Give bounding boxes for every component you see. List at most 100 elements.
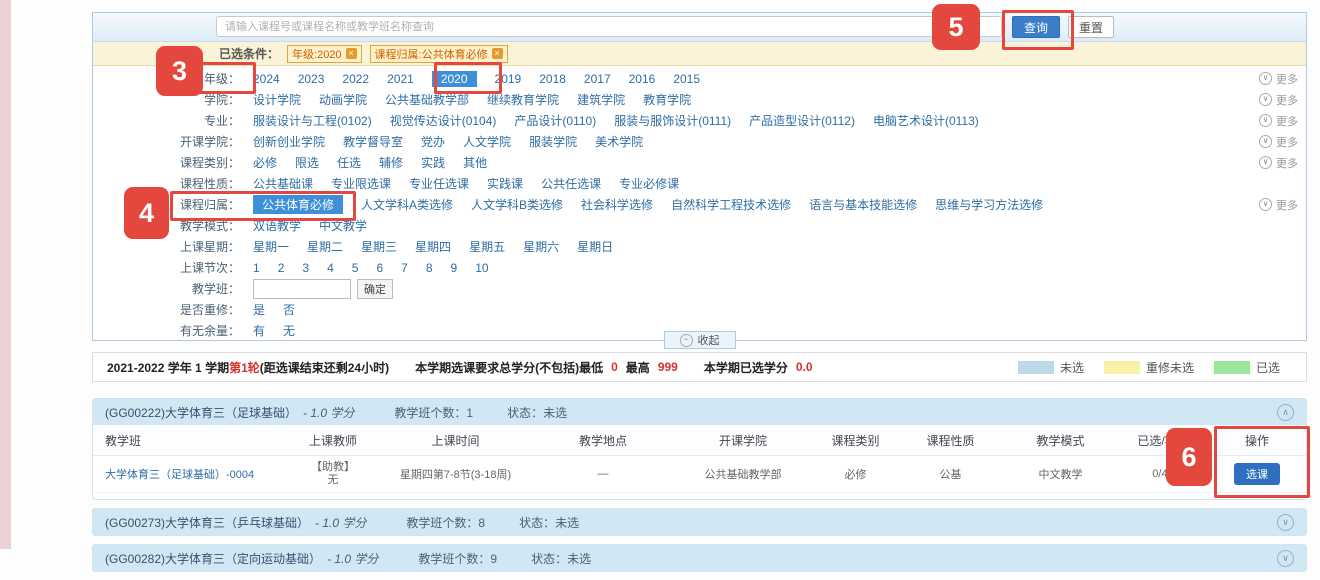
filter-option[interactable]: 2021: [387, 72, 414, 86]
filter-option[interactable]: 星期四: [415, 238, 451, 255]
reset-button[interactable]: 重置: [1068, 16, 1114, 38]
filter-option[interactable]: 无: [283, 322, 295, 339]
filter-option[interactable]: 设计学院: [253, 91, 301, 108]
filter-option[interactable]: 6: [376, 261, 383, 275]
filter-option[interactable]: 自然科学工程技术选修: [671, 196, 791, 213]
filter-option[interactable]: 服装与服饰设计(0111): [614, 112, 731, 129]
filter-option[interactable]: 语言与基本技能选修: [809, 196, 917, 213]
filter-option[interactable]: 产品设计(0110): [514, 112, 596, 129]
filter-option[interactable]: 1: [253, 261, 260, 275]
teaching-class-link[interactable]: 大学体育三（足球基础）-0004: [105, 469, 254, 481]
filter-option[interactable]: 继续教育学院: [487, 91, 559, 108]
filter-option[interactable]: 人文学科A类选修: [361, 196, 453, 213]
filter-option[interactable]: 电脑艺术设计(0113): [873, 112, 979, 129]
filter-option[interactable]: 创新创业学院: [253, 133, 325, 150]
filter-option[interactable]: 4: [327, 261, 334, 275]
filter-tag[interactable]: 年级:2020 ×: [287, 45, 362, 63]
filter-option[interactable]: 限选: [295, 154, 319, 171]
remove-tag-icon[interactable]: ×: [492, 48, 503, 59]
filter-option[interactable]: 实践: [421, 154, 445, 171]
filter-option[interactable]: 是: [253, 301, 265, 318]
earned-credit-value: 0.0: [796, 360, 813, 374]
filter-option[interactable]: 教育学院: [643, 91, 691, 108]
filter-option[interactable]: 7: [401, 261, 408, 275]
filter-option[interactable]: 双语教学: [253, 217, 301, 234]
more-label: 更多: [1276, 92, 1298, 108]
filter-option[interactable]: 8: [426, 261, 433, 275]
chevron-down-icon[interactable]: ∨: [1277, 514, 1294, 531]
filter-option[interactable]: 3: [302, 261, 309, 275]
filter-option[interactable]: 中文教学: [319, 217, 367, 234]
filter-option[interactable]: 2018: [539, 72, 566, 86]
course-title: (GG00273)大学体育三（乒乓球基础）: [105, 514, 309, 531]
filter-option[interactable]: 辅修: [379, 154, 403, 171]
filter-option[interactable]: 星期三: [361, 238, 397, 255]
filter-option[interactable]: 9: [451, 261, 458, 275]
filter-option[interactable]: 专业限选课: [331, 175, 391, 192]
filter-option[interactable]: 党办: [421, 133, 445, 150]
filter-option[interactable]: 视觉传达设计(0104): [390, 112, 497, 129]
teaching-class-input[interactable]: [253, 279, 351, 299]
filter-option[interactable]: 2022: [342, 72, 369, 86]
filter-option[interactable]: 动画学院: [319, 91, 367, 108]
filter-option[interactable]: 星期五: [469, 238, 505, 255]
filter-option[interactable]: 服装设计与工程(0102): [253, 112, 372, 129]
more-link[interactable]: ∨ 更多: [1259, 194, 1298, 215]
filter-option[interactable]: 2: [278, 261, 285, 275]
filter-option[interactable]: 美术学院: [595, 133, 643, 150]
collapse-filters-tab[interactable]: − 收起: [664, 331, 736, 349]
more-link[interactable]: ∨ 更多: [1259, 68, 1298, 89]
filter-option[interactable]: 2023: [298, 72, 325, 86]
filter-option[interactable]: 2020: [432, 71, 477, 87]
filter-option[interactable]: 2015: [673, 72, 700, 86]
filter-option[interactable]: 专业任选课: [409, 175, 469, 192]
filter-option[interactable]: 必修: [253, 154, 277, 171]
legend-item: 重修未选: [1104, 359, 1194, 376]
filter-option[interactable]: 星期六: [523, 238, 559, 255]
filter-row: 是否重修： 是 否: [93, 299, 1306, 320]
filter-option[interactable]: 2024: [253, 72, 280, 86]
filter-option[interactable]: 建筑学院: [577, 91, 625, 108]
filter-option[interactable]: 5: [352, 261, 359, 275]
filter-option[interactable]: 公共基础教学部: [385, 91, 469, 108]
filter-option[interactable]: 社会科学选修: [581, 196, 653, 213]
filter-option[interactable]: 人文学院: [463, 133, 511, 150]
filter-option[interactable]: 人文学科B类选修: [471, 196, 563, 213]
more-link[interactable]: ∨ 更多: [1259, 131, 1298, 152]
col-header: 教学班: [93, 432, 288, 449]
more-link[interactable]: ∨ 更多: [1259, 89, 1298, 110]
filter-option[interactable]: 2019: [495, 72, 522, 86]
filter-option[interactable]: 否: [283, 301, 295, 318]
filter-options: 服装设计与工程(0102) 视觉传达设计(0104) 产品设计(0110) 服装…: [253, 112, 979, 129]
filter-option[interactable]: 公共任选课: [541, 175, 601, 192]
more-link[interactable]: ∨ 更多: [1259, 152, 1298, 173]
course-section-header[interactable]: (GG00273)大学体育三（乒乓球基础） - 1.0 学分 教学班个数：8 状…: [93, 509, 1306, 535]
filter-option[interactable]: 星期一: [253, 238, 289, 255]
more-link[interactable]: ∨ 更多: [1259, 110, 1298, 131]
filter-option[interactable]: 任选: [337, 154, 361, 171]
filter-option[interactable]: 公共体育必修: [253, 195, 343, 214]
query-button[interactable]: 查询: [1012, 16, 1060, 38]
filter-option[interactable]: 服装学院: [529, 133, 577, 150]
course-section-header[interactable]: (GG00222)大学体育三（足球基础） - 1.0 学分 教学班个数：1 状态…: [93, 399, 1306, 425]
filter-option[interactable]: 有: [253, 322, 265, 339]
filter-option[interactable]: 2017: [584, 72, 611, 86]
filter-option[interactable]: 教学督导室: [343, 133, 403, 150]
confirm-button[interactable]: 确定: [357, 279, 393, 299]
filter-option[interactable]: 公共基础课: [253, 175, 313, 192]
filter-option[interactable]: 思维与学习方法选修: [935, 196, 1043, 213]
search-input[interactable]: [216, 16, 1002, 37]
filter-option[interactable]: 2016: [629, 72, 656, 86]
filter-option[interactable]: 产品造型设计(0112): [749, 112, 855, 129]
filter-option[interactable]: 10: [475, 261, 488, 275]
select-course-button[interactable]: 选课: [1234, 463, 1280, 485]
filter-option[interactable]: 其他: [463, 154, 487, 171]
chevron-up-icon[interactable]: ∧: [1277, 404, 1294, 421]
filter-option[interactable]: 星期日: [577, 238, 613, 255]
chevron-down-icon[interactable]: ∨: [1277, 550, 1294, 567]
filter-option[interactable]: 专业必修课: [619, 175, 679, 192]
filter-option[interactable]: 实践课: [487, 175, 523, 192]
filter-option[interactable]: 星期二: [307, 238, 343, 255]
filter-tag[interactable]: 课程归属:公共体育必修 ×: [370, 45, 508, 63]
remove-tag-icon[interactable]: ×: [346, 48, 357, 59]
